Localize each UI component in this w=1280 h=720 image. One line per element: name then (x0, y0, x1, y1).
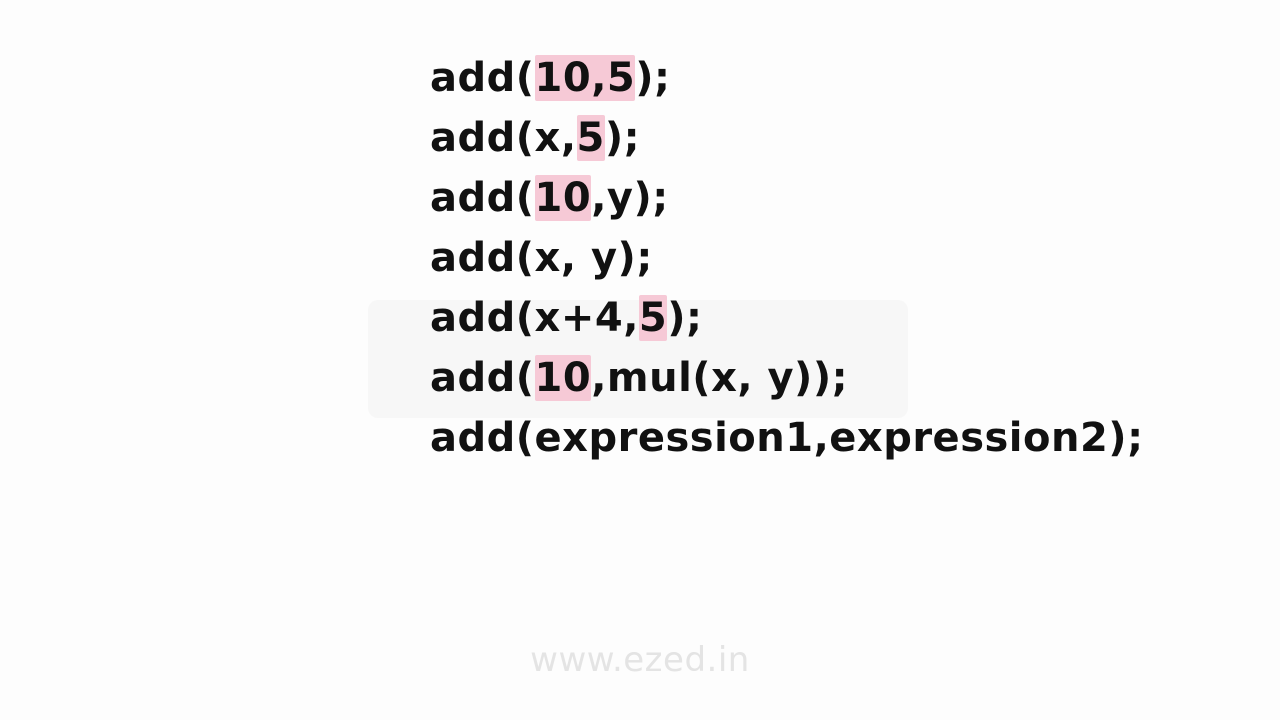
code-example-list: add(10,5); add(x,5); add(10,y); add(x, y… (430, 48, 1144, 468)
code-line: add(10,5); (430, 48, 1144, 108)
code-text: ); (604, 115, 641, 161)
code-text: add(x, (430, 115, 577, 161)
code-text: add( (430, 55, 535, 101)
code-line: add(10,mul(x, y)); (430, 348, 1144, 408)
code-text: add(x, y); (430, 235, 653, 281)
code-line: add(10,y); (430, 168, 1144, 228)
code-text: add( (430, 355, 535, 401)
highlighted-argument: 5 (638, 295, 668, 341)
code-text: add(expression1,expression2); (430, 415, 1144, 461)
code-line: add(expression1,expression2); (430, 408, 1144, 468)
code-text: add( (430, 175, 535, 221)
code-text: ); (635, 55, 671, 101)
code-text: ,mul(x, y)); (591, 355, 849, 401)
website-watermark: www.ezed.in (530, 640, 750, 680)
highlighted-argument: 10 (534, 355, 592, 401)
code-text: ); (667, 295, 703, 341)
code-line: add(x, y); (430, 228, 1144, 288)
code-line: add(x+4,5); (430, 288, 1144, 348)
code-text: ,y); (591, 175, 669, 221)
code-line: add(x,5); (430, 108, 1144, 168)
highlighted-argument: 10 (534, 175, 592, 221)
highlighted-argument: 10,5 (534, 55, 636, 101)
highlighted-argument: 5 (576, 115, 605, 161)
code-text: add(x+4, (430, 295, 639, 341)
slide-canvas: add(10,5); add(x,5); add(10,y); add(x, y… (0, 0, 1280, 720)
